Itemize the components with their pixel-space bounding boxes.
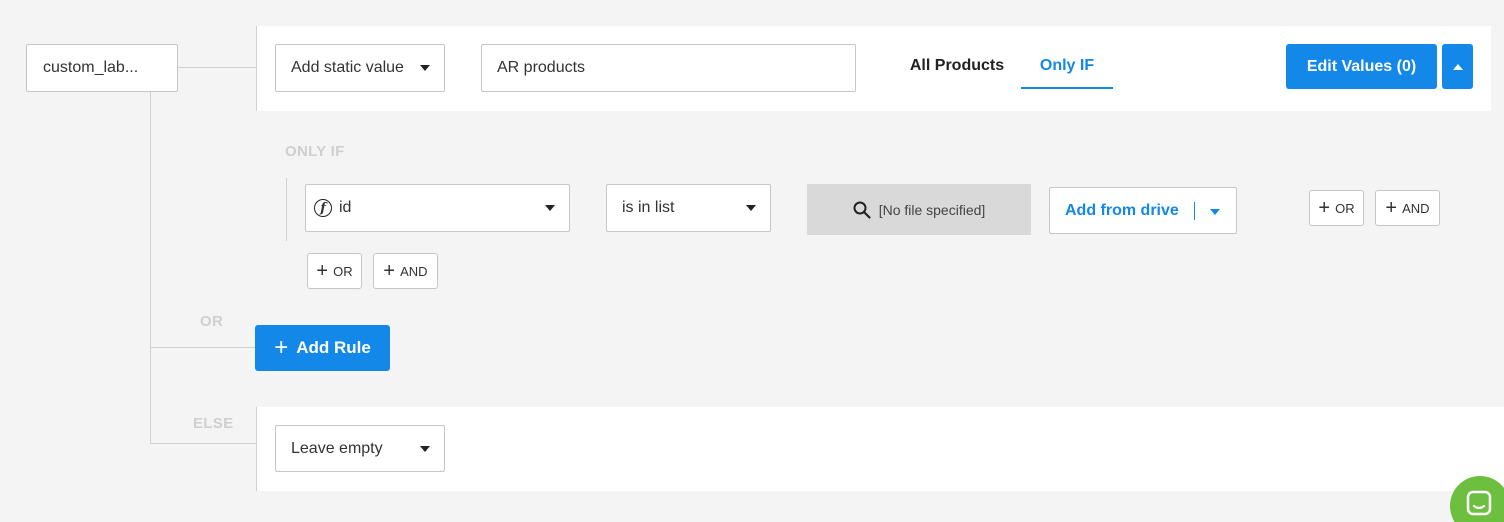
operator-label: is in list [622, 199, 675, 216]
or-connector-label: OR [200, 313, 224, 330]
plus-icon: + [316, 260, 329, 282]
and-label: AND [1402, 200, 1430, 216]
function-icon: f [314, 199, 332, 217]
collapse-button[interactable] [1442, 44, 1473, 89]
condition-field-label: id [339, 199, 352, 216]
file-picker-label: [No file specified] [878, 201, 986, 218]
else-connector-label: ELSE [193, 415, 234, 432]
chevron-down-icon [746, 205, 756, 211]
edit-values-button[interactable]: Edit Values (0) [1286, 44, 1437, 89]
value-type-dropdown[interactable]: Add static value [275, 44, 445, 92]
tab-all-products-label: All Products [909, 57, 1005, 74]
chevron-down-icon [420, 445, 430, 452]
connector-trunk [150, 90, 151, 444]
add-or-condition-button-right[interactable]: + OR [1309, 190, 1364, 226]
connector-field-to-rule [177, 67, 257, 68]
tab-only-if-label: Only IF [1039, 56, 1095, 74]
else-value-dropdown[interactable]: Leave empty [275, 425, 445, 472]
connector-else-branch [150, 443, 256, 444]
chevron-down-icon [420, 65, 430, 71]
else-value-label: Leave empty [291, 439, 383, 457]
add-from-drive-button[interactable]: Add from drive [1049, 187, 1237, 234]
add-rule-button[interactable]: + Add Rule [255, 325, 390, 371]
edit-values-label: Edit Values (0) [1306, 57, 1417, 75]
field-name-label: custom_lab... [43, 59, 139, 76]
search-icon [853, 201, 871, 219]
add-and-condition-button[interactable]: + AND [373, 253, 438, 289]
divider [1194, 202, 1195, 220]
plus-icon: + [1385, 197, 1398, 219]
plus-icon: + [1318, 197, 1331, 219]
operator-dropdown[interactable]: is in list [606, 184, 771, 232]
static-value-text: AR products [497, 59, 586, 76]
and-label: AND [400, 263, 428, 279]
static-value-input[interactable]: AR products [481, 44, 856, 92]
add-or-condition-button[interactable]: + OR [307, 253, 362, 289]
only-if-heading: ONLY IF [285, 143, 345, 160]
tab-all-products[interactable]: All Products [902, 44, 1012, 88]
or-label: OR [1335, 200, 1355, 216]
condition-left-border [286, 178, 287, 241]
plus-icon: + [383, 260, 396, 282]
condition-field-dropdown[interactable]: f id [305, 184, 570, 232]
chevron-down-icon[interactable] [1210, 209, 1220, 215]
chevron-down-icon [545, 205, 555, 211]
value-type-label: Add static value [291, 59, 404, 76]
add-and-condition-button-right[interactable]: + AND [1375, 190, 1440, 226]
add-from-drive-label: Add from drive [1065, 201, 1179, 219]
add-rule-label: Add Rule [296, 338, 371, 357]
or-label: OR [333, 263, 353, 279]
tab-only-if[interactable]: Only IF [1021, 44, 1113, 89]
connector-or-branch [150, 347, 256, 348]
plus-icon: + [274, 334, 289, 361]
file-picker[interactable]: [No file specified] [807, 184, 1031, 235]
chat-icon [1466, 490, 1492, 516]
field-name-box[interactable]: custom_lab... [26, 44, 178, 92]
chevron-up-icon [1452, 63, 1463, 70]
